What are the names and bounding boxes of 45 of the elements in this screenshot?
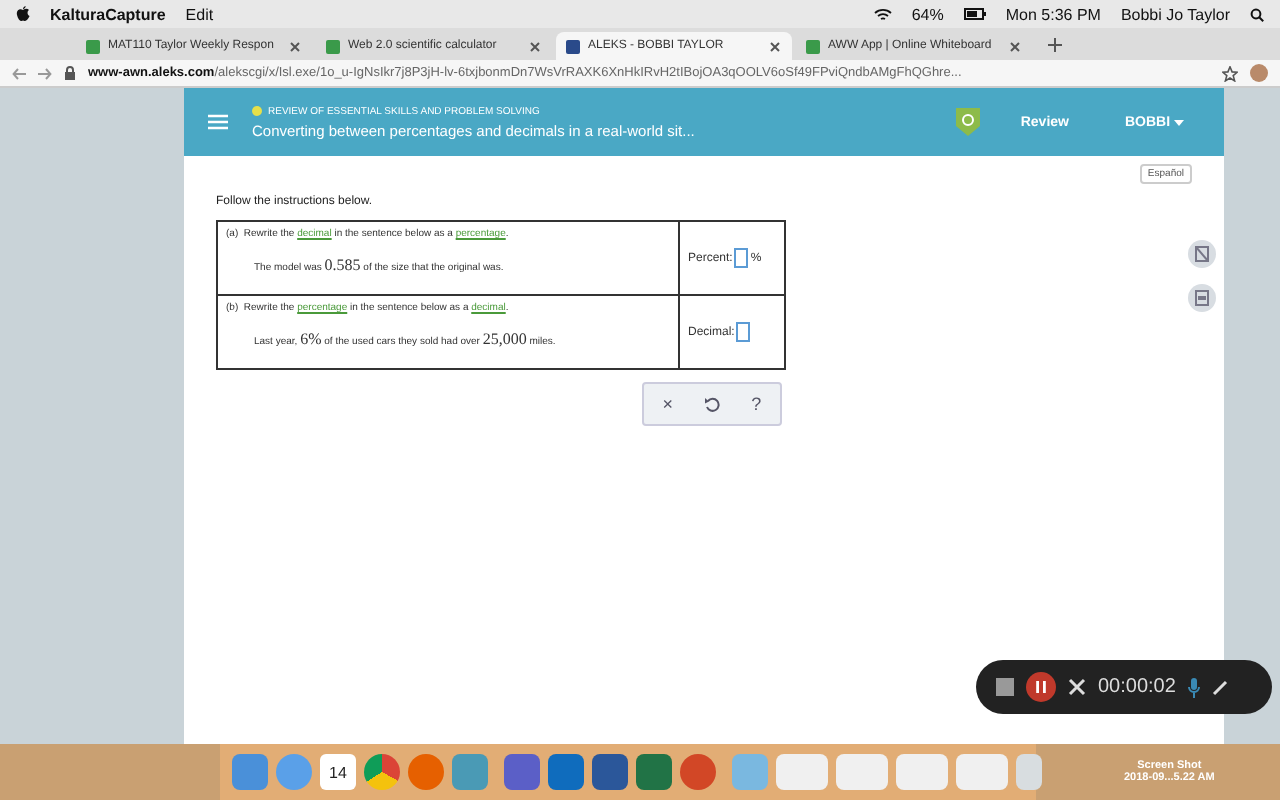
app-icon[interactable]	[452, 754, 488, 790]
close-icon[interactable]	[288, 39, 302, 53]
battery-icon[interactable]	[963, 8, 986, 20]
back-icon[interactable]	[12, 67, 26, 79]
lock-icon	[64, 66, 76, 80]
app-menu[interactable]: KalturaCapture	[50, 5, 166, 23]
menu-item[interactable]: Edit	[185, 5, 214, 23]
menubar-user[interactable]: Bobbi Jo Taylor	[1120, 5, 1230, 23]
microphone-icon[interactable]	[1187, 677, 1200, 697]
answer-field[interactable]	[736, 322, 751, 342]
undo-icon[interactable]	[704, 396, 721, 412]
forward-icon[interactable]	[38, 67, 52, 79]
menubar-clock[interactable]: Mon 5:36 PM	[1005, 5, 1101, 23]
calculator-icon[interactable]	[1188, 240, 1216, 268]
shield-icon	[956, 108, 981, 136]
help-button[interactable]: ?	[745, 394, 768, 414]
search-icon[interactable]	[1250, 7, 1264, 21]
app-icon[interactable]	[504, 754, 540, 790]
status-dot-icon	[252, 106, 262, 116]
pause-button[interactable]	[1026, 672, 1056, 702]
recording-timer: 00:00:02	[1098, 676, 1176, 698]
plus-icon[interactable]	[1048, 38, 1062, 52]
app-icon[interactable]	[680, 754, 716, 790]
caret-icon[interactable]	[1174, 119, 1184, 125]
clear-button[interactable]: ×	[656, 394, 680, 414]
favicon-icon	[806, 39, 820, 53]
pencil-icon[interactable]	[1211, 679, 1228, 695]
close-icon[interactable]	[528, 39, 542, 53]
menu-icon[interactable]	[208, 114, 228, 130]
answer-field[interactable]	[734, 248, 749, 268]
wifi-icon[interactable]	[873, 7, 892, 21]
app-icon[interactable]	[548, 754, 584, 790]
apple-icon[interactable]	[16, 6, 30, 22]
calendar-icon[interactable]: 14	[320, 754, 356, 790]
close-icon[interactable]	[768, 39, 782, 53]
book-icon[interactable]	[1188, 284, 1216, 312]
battery-percentage: 64%	[911, 5, 944, 23]
favicon-icon	[86, 39, 100, 53]
app-icon[interactable]	[636, 754, 672, 790]
app-icon[interactable]	[592, 754, 628, 790]
favicon-icon	[566, 39, 580, 53]
star-icon[interactable]	[1222, 65, 1238, 81]
favicon-icon	[326, 39, 340, 53]
close-icon[interactable]	[1008, 39, 1022, 53]
avatar-icon[interactable]	[1250, 64, 1268, 82]
